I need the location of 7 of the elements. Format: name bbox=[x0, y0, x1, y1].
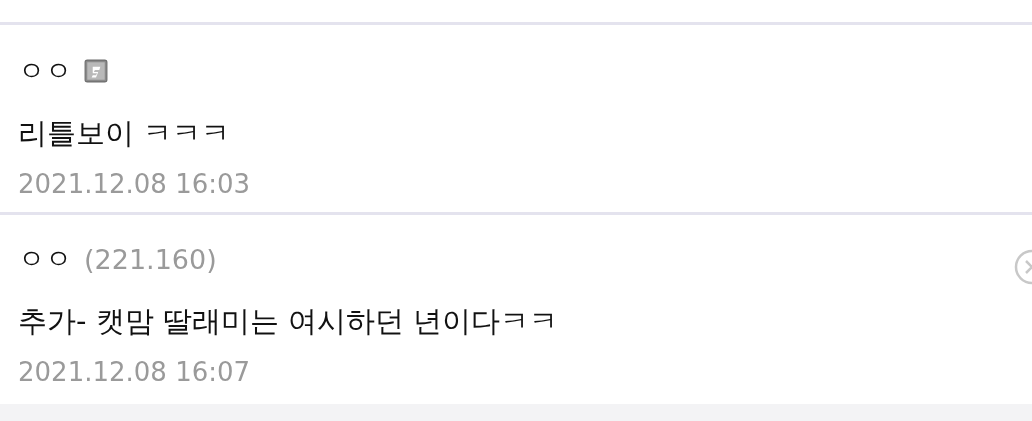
comment-date: 2021.12.08 16:03 bbox=[18, 168, 252, 201]
comment-date: 2021.12.08 16:07 bbox=[18, 356, 252, 389]
comment-text: 추가- 캣맘 딸래미는 여시하던 년이다ㅋㅋ bbox=[18, 303, 560, 340]
user-name: ㅇㅇ bbox=[18, 242, 72, 276]
ip-address: (221.160) bbox=[84, 243, 217, 275]
comment-text: 리틀보이 ㅋㅋㅋ bbox=[18, 115, 232, 152]
user-name: ㅇㅇ bbox=[18, 54, 72, 88]
